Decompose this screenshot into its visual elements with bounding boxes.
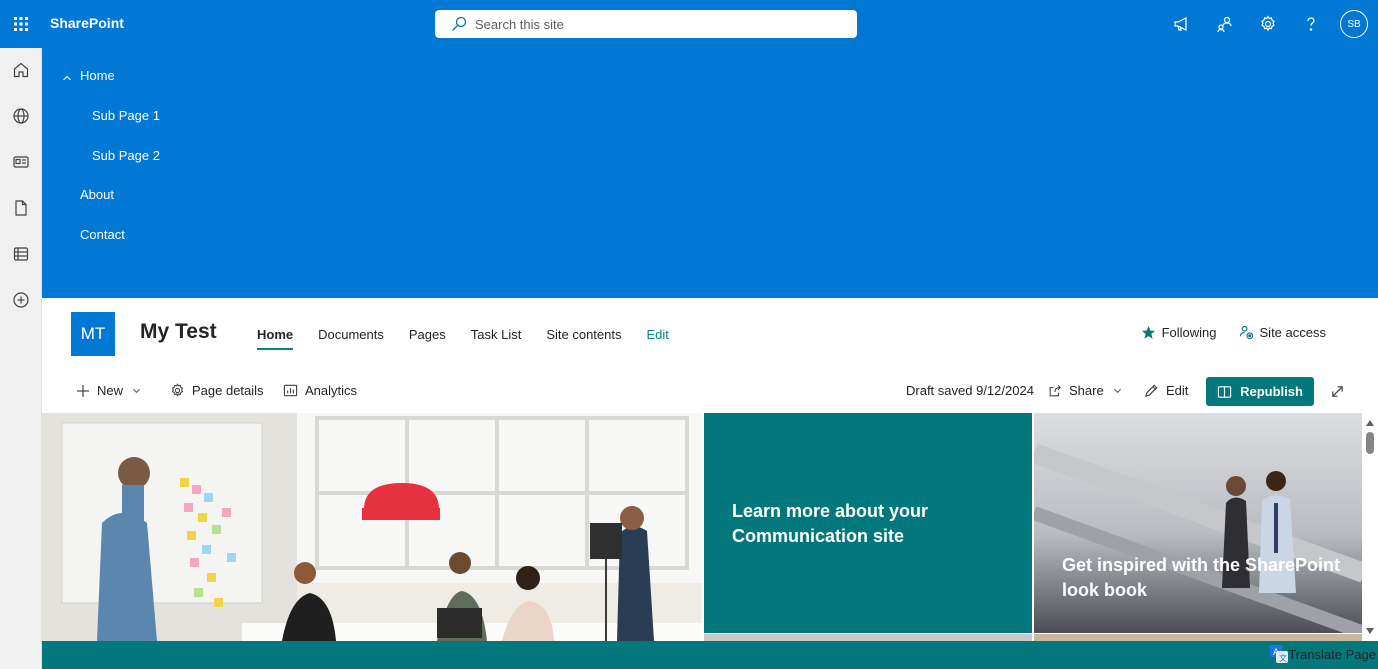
scrollbar-thumb[interactable] [1366,432,1374,454]
following-button[interactable]: Following [1141,325,1217,340]
hero-tile-3-title: Get inspired with the SharePoint look bo… [1062,555,1341,600]
home-icon[interactable] [0,48,42,92]
tab-pages[interactable]: Pages [409,327,446,350]
navigation-megamenu: Home Sub Page 1 Sub Page 2 About Contact [42,48,1378,298]
document-icon[interactable] [0,186,42,230]
app-brand[interactable]: SharePoint [50,15,124,31]
globe-icon[interactable] [0,94,42,138]
book-icon [1217,385,1232,398]
site-navigation: Home Documents Pages Task List Site cont… [257,327,694,350]
search-icon [452,16,467,31]
user-avatar[interactable]: SB [1340,10,1368,38]
tab-home[interactable]: Home [257,327,294,350]
help-icon[interactable] [1289,0,1332,48]
nav-item-about[interactable]: About [80,187,114,202]
expand-icon[interactable] [1330,384,1352,399]
command-bar: New Page details Analytics Draft saved 9… [42,372,1378,412]
analytics-chart-icon [283,384,298,397]
edit-label: Edit [1166,383,1189,398]
people-share-icon[interactable] [1203,0,1246,48]
search-input[interactable] [475,16,855,32]
edit-navigation-link[interactable]: Edit [646,327,668,350]
site-access-button[interactable]: Site access [1239,325,1326,340]
translate-label: Translate Page [1288,646,1376,662]
hero-tile-4-partial [704,634,1032,641]
following-label: Following [1161,325,1217,340]
settings-gear-icon[interactable] [1246,0,1289,48]
site-logo[interactable]: MT [71,312,115,356]
draft-status: Draft saved 9/12/2024 [906,383,1034,398]
page-footer: A 文 Translate Page [42,641,1378,669]
star-filled-icon [1141,325,1155,339]
share-label: Share [1069,383,1104,398]
scroll-up-arrow-icon[interactable] [1365,419,1375,427]
news-icon[interactable] [0,140,42,184]
office-meeting-image [42,413,702,641]
new-label: New [97,383,124,398]
republish-button[interactable]: Republish [1206,377,1314,406]
site-access-label: Site access [1259,325,1326,340]
hero-webpart: Learn more about your Communication site… [42,413,1364,641]
site-header: MT My Test Home Documents Pages Task Lis… [42,298,1378,370]
app-bar [0,48,42,669]
hero-tile-5-partial [1034,634,1364,641]
chevron-down-icon [1113,388,1121,394]
republish-label: Republish [1240,384,1303,399]
app-launcher-icon[interactable] [0,0,42,48]
share-button[interactable]: Share [1048,383,1122,398]
hero-tile-office-photo[interactable] [42,413,702,641]
translate-page-button[interactable]: A 文 Translate Page [1270,645,1376,663]
page-scrollbar[interactable] [1362,413,1378,641]
analytics-label: Analytics [305,383,358,398]
scroll-down-arrow-icon[interactable] [1365,627,1375,635]
create-add-icon[interactable] [0,278,42,322]
chevron-down-icon [132,388,141,394]
sharepoint-window: SharePoint Search this site SB Home Sub … [0,0,1378,669]
nav-item-contact[interactable]: Contact [80,227,125,242]
svg-text:文: 文 [1279,653,1287,663]
settings-gear-icon [171,383,184,397]
megaphone-icon[interactable] [1160,0,1203,48]
share-icon [1049,384,1061,396]
site-search-box[interactable] [435,10,857,38]
analytics-button[interactable]: Analytics [283,383,357,398]
page-details-label: Page details [192,383,264,398]
hero-tile-communication-site[interactable]: Learn more about your Communication site [704,413,1032,633]
nav-item-home[interactable]: Home [80,68,115,83]
nav-item-sub-page-2[interactable]: Sub Page 2 [92,148,160,163]
hero-tile-2-title: Learn more about your Communication site [732,501,929,546]
list-icon[interactable] [0,232,42,276]
tab-site-contents[interactable]: Site contents [546,327,621,350]
hero-tile-look-book[interactable]: Get inspired with the SharePoint look bo… [1034,413,1364,633]
edit-button[interactable]: Edit [1144,383,1188,398]
suite-bar: SharePoint Search this site SB [0,0,1378,48]
new-button[interactable]: New [76,383,141,398]
people-settings-icon [1239,325,1253,340]
plus-icon [77,384,89,397]
pencil-icon [1145,384,1158,397]
site-title[interactable]: My Test [140,320,217,344]
nav-item-sub-page-1[interactable]: Sub Page 1 [92,108,160,123]
tab-task-list[interactable]: Task List [471,327,522,350]
page-details-button[interactable]: Page details [170,383,264,398]
tab-documents[interactable]: Documents [318,327,384,350]
translate-icon: A 文 [1270,645,1289,663]
chevron-up-icon[interactable] [62,73,72,83]
